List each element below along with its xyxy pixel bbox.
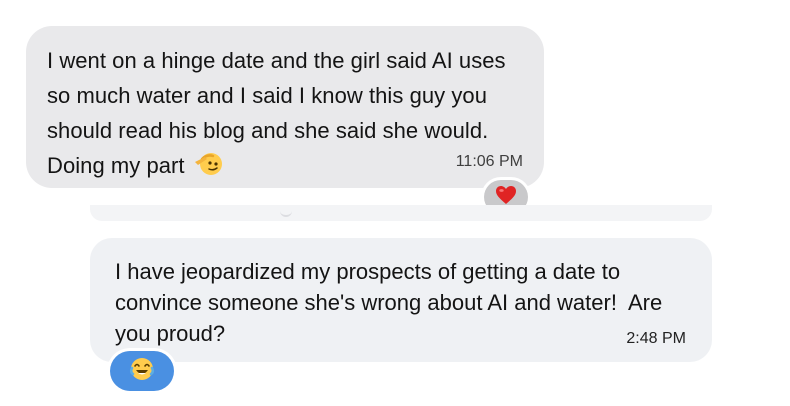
message-timestamp: 2:48 PM — [626, 330, 686, 347]
message-bubble-sent[interactable]: I have jeopardized my prospects of getti… — [90, 238, 712, 362]
message-timestamp: 11:06 PM — [455, 153, 523, 170]
saluting-face-icon — [193, 150, 223, 176]
laugh-reaction-badge[interactable] — [110, 351, 174, 391]
message-bubble-received[interactable]: I went on a hinge date and the girl said… — [26, 26, 544, 188]
divider — [280, 209, 292, 217]
message-text: I went on a hinge date and the girl said… — [47, 48, 506, 178]
face-with-tears-of-joy-icon — [129, 356, 155, 387]
collapsed-message-edge — [90, 205, 712, 221]
message-text: I have jeopardized my prospects of getti… — [115, 259, 669, 346]
